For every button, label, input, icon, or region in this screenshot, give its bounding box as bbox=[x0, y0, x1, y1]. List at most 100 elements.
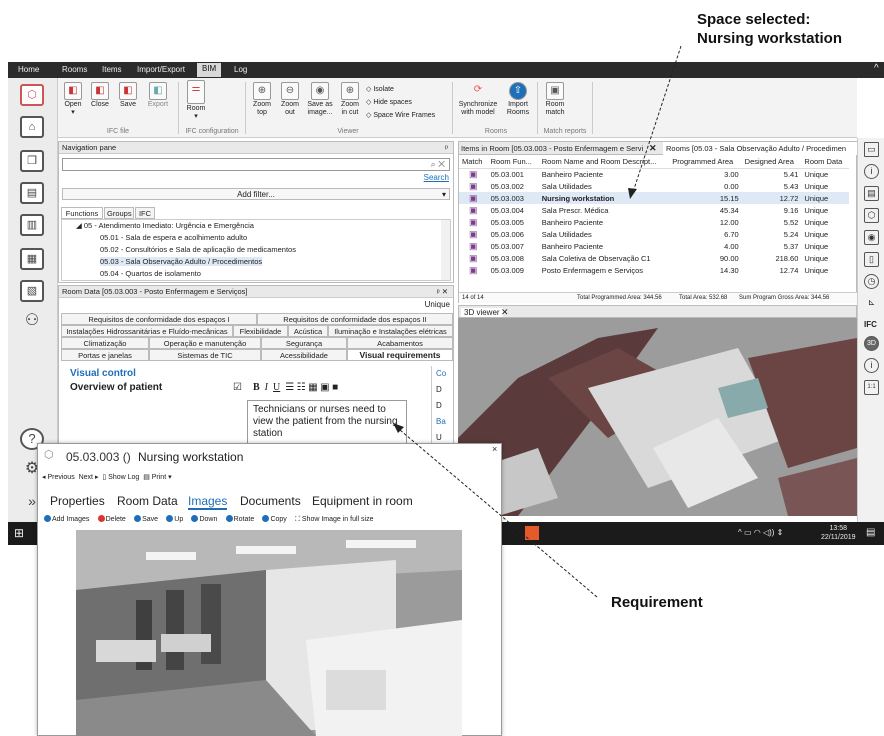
save-image-button[interactable]: ◉ Save as image... bbox=[305, 82, 335, 117]
network-icon[interactable]: ⚇ bbox=[20, 312, 44, 334]
notification-icon[interactable]: ▤ bbox=[866, 527, 875, 538]
tab-acessibilidade[interactable]: Acessibilidade bbox=[261, 349, 347, 361]
menu-items[interactable]: Items bbox=[102, 65, 122, 74]
table-icon[interactable]: ▦ bbox=[308, 382, 317, 393]
info-icon[interactable]: i bbox=[864, 358, 879, 373]
hide-spaces-toggle[interactable]: ◇ Hide spaces bbox=[366, 96, 435, 109]
add-images-button[interactable]: Add Images bbox=[44, 515, 89, 523]
bim-icon[interactable]: ⬡ bbox=[20, 84, 44, 106]
book-icon[interactable]: ▦ bbox=[20, 248, 44, 270]
tab-iluminacao[interactable]: Iluminação e Instalações elétricas bbox=[328, 325, 453, 337]
close-popup-icon[interactable]: × bbox=[492, 444, 497, 454]
nav-search-input[interactable]: ⌕ ✕ bbox=[62, 158, 450, 171]
tab-images[interactable]: Images bbox=[188, 494, 228, 510]
bold-icon[interactable]: B bbox=[253, 382, 260, 393]
tab-operacao[interactable]: Operação e manutenção bbox=[149, 337, 261, 349]
tab-requisitos-1[interactable]: Requisitos de conformidade dos espaços I bbox=[61, 313, 257, 325]
table-row[interactable]: ▣ 05.03.004 Sala Prescr. Médica 45.34 9.16 Un… bbox=[459, 204, 849, 216]
tab-items-in-room[interactable]: Items in Room [05.03.003 - Posto Enferma… bbox=[461, 144, 657, 153]
tab-seguranca[interactable]: Segurança bbox=[261, 337, 347, 349]
col-room-name[interactable]: Room Name and Room Descript... bbox=[538, 156, 670, 169]
rotate-button[interactable]: Rotate bbox=[225, 515, 254, 523]
app-taskbar-icon[interactable] bbox=[525, 526, 539, 540]
col-room-data[interactable]: Room Data bbox=[801, 156, 849, 169]
room-match-button[interactable]: ▣ Room match bbox=[540, 82, 570, 117]
down-button[interactable]: Down bbox=[191, 515, 217, 523]
collapse-ribbon-button[interactable]: ^ bbox=[874, 63, 879, 74]
tab-requisitos-2[interactable]: Requisitos de conformidade dos espaços I… bbox=[257, 313, 453, 325]
pin-close-icon[interactable]: ᵖ ✕ bbox=[437, 286, 448, 298]
panel-icon[interactable]: ▭ bbox=[864, 142, 879, 157]
3d-viewer-canvas[interactable] bbox=[458, 318, 857, 516]
zoom-in-cut-button[interactable]: ⊕ Zoom in cut bbox=[338, 82, 362, 117]
col-room-function[interactable]: Room Fun... bbox=[487, 156, 539, 169]
tree-scrollbar[interactable] bbox=[441, 220, 450, 280]
close-viewer-icon[interactable]: ✕ bbox=[501, 307, 509, 318]
tab-acustica[interactable]: Acústica bbox=[288, 325, 328, 337]
number-list-icon[interactable]: ☷ bbox=[297, 382, 306, 393]
tab-visual-requirements[interactable]: Visual requirements bbox=[347, 349, 453, 361]
tab-documents[interactable]: Documents bbox=[240, 494, 301, 508]
rooms-icon[interactable]: ⌂ bbox=[20, 116, 44, 138]
export-button[interactable]: ◧ Export bbox=[144, 82, 172, 109]
table-row[interactable]: ▣ 05.03.003 Nursing workstation 15.15 12.72 U… bbox=[459, 192, 849, 204]
search-icon[interactable]: ⌕ ✕ bbox=[431, 159, 445, 170]
tree-item[interactable]: 05.01 - Sala de espera e acolhimento adu… bbox=[62, 232, 450, 244]
field-checkbox[interactable]: ☑ bbox=[233, 382, 242, 393]
show-log-button[interactable]: ▯ Show Log bbox=[102, 474, 139, 481]
tab-room-data[interactable]: Room Data bbox=[117, 494, 178, 508]
save-button[interactable]: ◧ Save bbox=[116, 82, 140, 109]
info-icon[interactable]: i bbox=[864, 164, 879, 179]
fullscreen-button[interactable]: ⛶ Show Image in full size bbox=[295, 516, 373, 524]
tab-acabamentos[interactable]: Acabamentos bbox=[347, 337, 453, 349]
tree-item-selected[interactable]: 05.03 - Sala Observação Adulto / Procedi… bbox=[100, 257, 263, 266]
table-row[interactable]: ▣ 05.03.005 Banheiro Paciente 12.00 5.52 Uniq… bbox=[459, 216, 849, 228]
print-button[interactable]: ▤ Print ▾ bbox=[143, 474, 171, 481]
tab-rooms[interactable]: Rooms [05.03 - Sala Observação Adulto / … bbox=[663, 142, 858, 155]
cubes-icon[interactable]: ❒ bbox=[20, 150, 44, 172]
tab-properties[interactable]: Properties bbox=[50, 494, 105, 508]
tab-equipment[interactable]: Equipment in room bbox=[312, 494, 413, 508]
synchronize-button[interactable]: ⟳ Synchronize with model bbox=[456, 82, 500, 117]
tab-3d-viewer[interactable]: 3D viewer bbox=[461, 308, 503, 317]
tray-icons[interactable]: ^ ▭ ◠ ◁)) ⇕ bbox=[738, 528, 783, 537]
save-image-button[interactable]: Save bbox=[134, 515, 158, 523]
table-row[interactable]: ▣ 05.03.002 Sala Utilidades 0.00 5.43 Unique bbox=[459, 180, 849, 192]
chart-icon[interactable]: ⊾ bbox=[864, 296, 879, 311]
zoom-top-button[interactable]: ⊕ Zoom top bbox=[250, 82, 274, 117]
close-button[interactable]: ◧ Close bbox=[88, 82, 112, 109]
clock-icon[interactable]: ◷ bbox=[864, 274, 879, 289]
camera-icon[interactable]: ◉ bbox=[864, 230, 879, 245]
tab-instalacoes[interactable]: Instalações Hidrossanitárias e Fluído-me… bbox=[61, 325, 233, 337]
table-row[interactable]: ▣ 05.03.006 Sala Utilidades 6.70 5.24 Unique bbox=[459, 228, 849, 240]
tab-groups[interactable]: Groups bbox=[104, 207, 134, 219]
tab-flexibilidade[interactable]: Flexibilidade bbox=[233, 325, 288, 337]
report-icon[interactable]: ▧ bbox=[20, 280, 44, 302]
cube-icon[interactable]: ⬡ bbox=[864, 208, 879, 223]
menu-bim[interactable]: BIM bbox=[197, 63, 222, 77]
tab-tic[interactable]: Sistemas de TIC bbox=[149, 349, 261, 361]
menu-log[interactable]: Log bbox=[234, 65, 247, 74]
import-rooms-button[interactable]: ⇧ Import Rooms bbox=[504, 82, 532, 117]
previous-button[interactable]: ◂ Previous bbox=[42, 474, 75, 481]
open-button[interactable]: ◧ Open ▾ bbox=[62, 82, 84, 117]
pin-icon[interactable]: ᵖ bbox=[445, 142, 448, 154]
table-row[interactable]: ▣ 05.03.009 Posto Enfermagem e Serviços 14.… bbox=[459, 264, 849, 276]
next-button[interactable]: Next ▸ bbox=[79, 474, 99, 481]
bullet-list-icon[interactable]: ☰ bbox=[285, 382, 294, 393]
menu-home[interactable]: Home bbox=[18, 65, 39, 74]
add-filter-dropdown[interactable]: Add filter... ▾ bbox=[62, 188, 450, 200]
underline-icon[interactable]: U bbox=[273, 382, 280, 393]
scale-icon[interactable]: 1:1 bbox=[864, 380, 879, 395]
building-icon[interactable]: ▥ bbox=[20, 214, 44, 236]
col-programmed-area[interactable]: Programmed Area bbox=[669, 156, 742, 169]
zoom-out-button[interactable]: ⊖ Zoom out bbox=[278, 82, 302, 117]
clock[interactable]: 13:58 22/11/2019 bbox=[821, 524, 856, 542]
isolate-toggle[interactable]: ◇ Isolate bbox=[366, 83, 435, 96]
copy-button[interactable]: Copy bbox=[262, 515, 287, 523]
tab-climatizacao[interactable]: Climatização bbox=[61, 337, 149, 349]
tab-ifc[interactable]: IFC bbox=[135, 207, 155, 219]
room-render-image[interactable] bbox=[76, 530, 462, 736]
table-row[interactable]: ▣ 05.03.007 Banheiro Paciente 4.00 5.37 Uniqu… bbox=[459, 240, 849, 252]
close-tab-icon[interactable]: ✕ bbox=[649, 143, 657, 154]
